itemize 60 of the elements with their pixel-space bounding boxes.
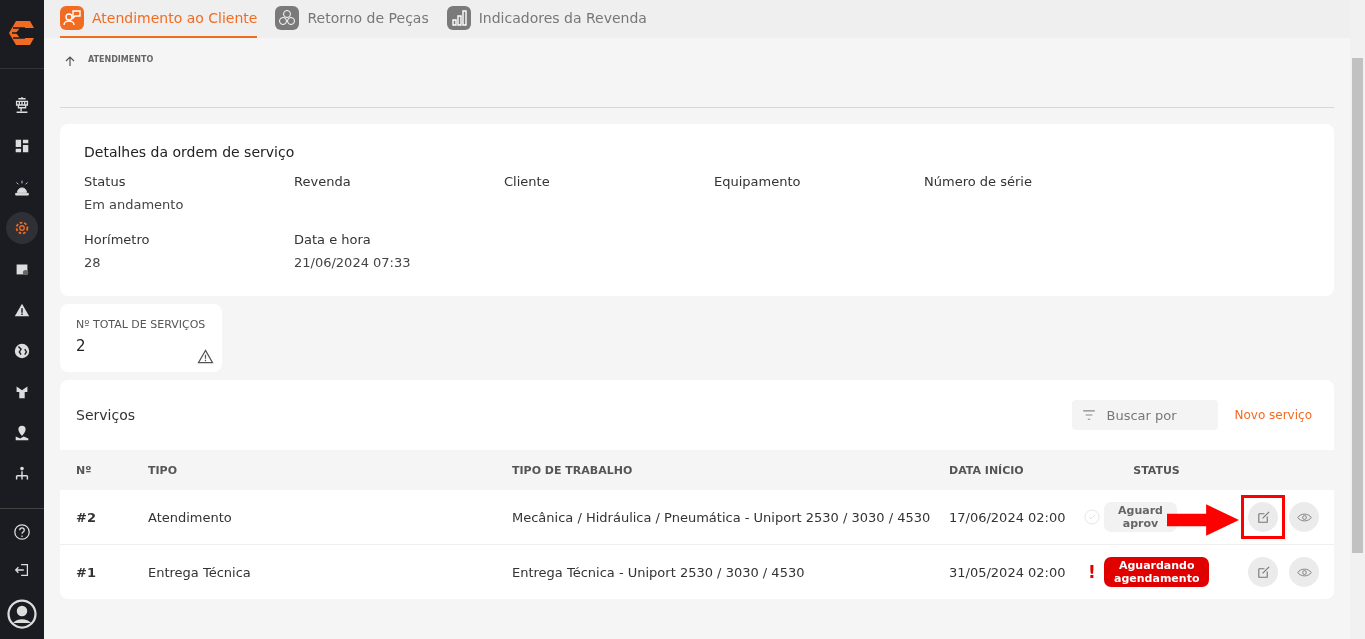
- exclamation-mark: !: [1087, 562, 1097, 582]
- table-cell-text: Mecânica / Hidráulica / Pneumática - Uniport 2530 / 3030 / 4530: [512, 509, 932, 525]
- field-label: Revenda: [294, 174, 352, 189]
- field-label: Número de série: [924, 174, 1033, 189]
- logo-icon: [7, 18, 37, 48]
- bar-chart-icon: [446, 6, 471, 30]
- field-value: Em andamento: [84, 197, 185, 212]
- scrollbar-thumb[interactable]: [1352, 58, 1363, 553]
- table-cell-text: Entrega Técnica - Uniport 2530 / 3030 / 4530: [512, 564, 806, 580]
- tab[interactable]: Indicadores da Revenda: [446, 0, 647, 38]
- pointer-arrow: [1167, 502, 1239, 538]
- edit-button[interactable]: [1248, 557, 1278, 587]
- logout-icon[interactable]: [13, 561, 31, 579]
- avatar-icon[interactable]: [7, 599, 37, 629]
- field-label: Horímetro: [84, 232, 151, 247]
- column-header: DATA INÍCIO: [949, 463, 1025, 477]
- boxes-icon: [275, 6, 300, 30]
- column-header: TIPO DE TRABALHO: [512, 463, 634, 477]
- dashboard-icon[interactable]: [13, 137, 31, 155]
- column-header: STATUS: [1132, 463, 1181, 477]
- person-chat-icon: [60, 6, 84, 30]
- edit-icon: [1255, 564, 1271, 580]
- view-button[interactable]: [1289, 502, 1319, 532]
- edit-icon: [1255, 509, 1271, 525]
- status-badge: Aguardando agendamento: [1104, 556, 1210, 588]
- view-button[interactable]: [1289, 557, 1319, 587]
- tab[interactable]: Atendimento ao Cliente: [60, 0, 258, 38]
- table-cell-text: Atendimento: [148, 509, 233, 525]
- table-cell-text: #2: [76, 509, 97, 525]
- total-label: Nº TOTAL DE SERVIÇOS: [76, 318, 207, 331]
- up-arrow-icon[interactable]: [64, 55, 76, 67]
- check-circle-icon: [1084, 509, 1100, 525]
- field-value: 21/06/2024 07:33: [294, 255, 412, 270]
- field-label: Equipamento: [714, 174, 802, 189]
- warning-icon: [197, 349, 214, 364]
- column-header: TIPO: [148, 463, 178, 477]
- column-header: Nº: [76, 463, 93, 477]
- table-cell-text: #1: [76, 564, 97, 580]
- table-cell-text: 31/05/2024 02:00: [949, 564, 1067, 580]
- settings-icon[interactable]: [13, 219, 31, 237]
- field-label: Cliente: [504, 174, 551, 189]
- help-icon[interactable]: [13, 523, 31, 541]
- breadcrumb: ATENDIMENTO: [88, 54, 154, 64]
- field-label: Data e hora: [294, 232, 372, 247]
- field-value: 28: [84, 255, 102, 270]
- section-title: Serviços: [76, 407, 136, 423]
- table-cell-text: Entrega Técnica: [148, 564, 252, 580]
- field-label: Status: [84, 174, 127, 189]
- card-title: Detalhes da ordem de serviço: [84, 144, 296, 160]
- edit-button[interactable]: [1248, 502, 1278, 532]
- new-service-button[interactable]: Novo serviço: [1228, 404, 1318, 426]
- filter-icon: [1082, 410, 1097, 420]
- total-value: 2: [76, 337, 87, 355]
- tab[interactable]: Retorno de Peças: [275, 0, 429, 38]
- search-field[interactable]: Buscar por: [1072, 400, 1219, 430]
- alarm-icon[interactable]: [13, 178, 31, 196]
- globe-icon[interactable]: [13, 342, 31, 360]
- table-cell-text: 17/06/2024 02:00: [949, 509, 1067, 525]
- pin-icon[interactable]: [13, 424, 31, 442]
- tower-icon[interactable]: [13, 96, 31, 114]
